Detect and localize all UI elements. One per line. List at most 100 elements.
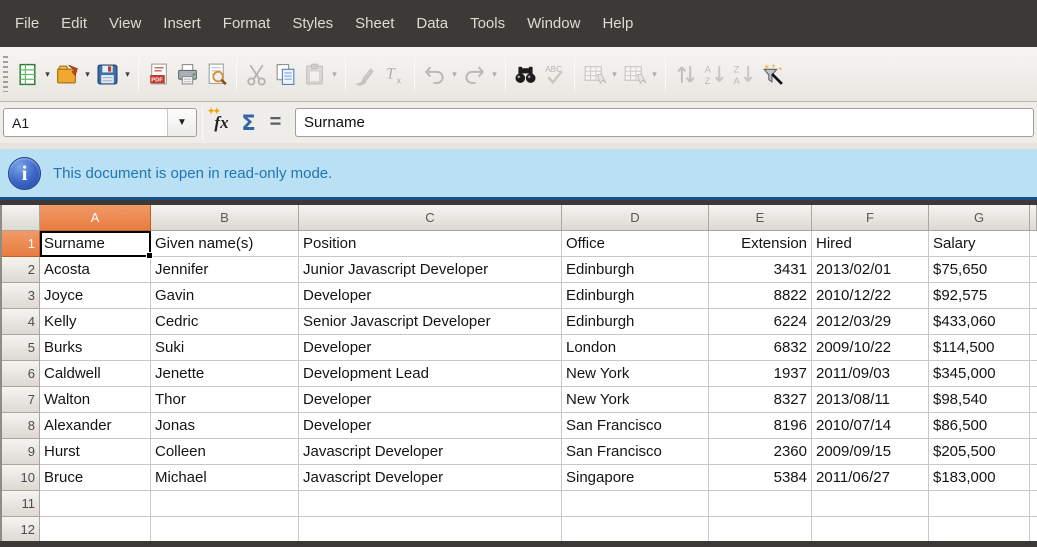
cell-B8[interactable]: Jonas [151, 413, 299, 439]
cell-D5[interactable]: London [562, 335, 709, 361]
cell-D10[interactable]: Singapore [562, 465, 709, 491]
cell-D4[interactable]: Edinburgh [562, 309, 709, 335]
column-header-B[interactable]: B [151, 205, 299, 231]
cell-F11[interactable] [812, 491, 929, 517]
formula-input[interactable]: Surname [295, 108, 1034, 137]
cell-C3[interactable]: Developer [299, 283, 562, 309]
cell-A4[interactable]: Kelly [40, 309, 151, 335]
cell-H6[interactable] [1030, 361, 1037, 387]
cell-G10[interactable]: $183,000 [929, 465, 1030, 491]
cell-D7[interactable]: New York [562, 387, 709, 413]
name-box[interactable]: A1 ▼ [3, 108, 197, 137]
cell-D12[interactable] [562, 517, 709, 541]
cell-B6[interactable]: Jenette [151, 361, 299, 387]
cell-G2[interactable]: $75,650 [929, 257, 1030, 283]
row-header-3[interactable]: 3 [2, 283, 40, 309]
cell-B10[interactable]: Michael [151, 465, 299, 491]
cell-E2[interactable]: 3431 [709, 257, 812, 283]
column-header-G[interactable]: G [929, 205, 1030, 231]
row-header-7[interactable]: 7 [2, 387, 40, 413]
open-dropdown[interactable]: ▾ [82, 56, 93, 92]
cell-E8[interactable]: 8196 [709, 413, 812, 439]
column-header-A[interactable]: A [40, 205, 151, 231]
cell-D8[interactable]: San Francisco [562, 413, 709, 439]
menu-sheet[interactable]: Sheet [344, 9, 405, 38]
save-dropdown[interactable]: ▾ [122, 56, 133, 92]
function-wizard-button[interactable]: fx✦✦ [208, 108, 235, 138]
cell-H3[interactable] [1030, 283, 1037, 309]
print-button[interactable] [173, 56, 202, 92]
cell-E4[interactable]: 6224 [709, 309, 812, 335]
cell-A10[interactable]: Bruce [40, 465, 151, 491]
cell-F5[interactable]: 2009/10/22 [812, 335, 929, 361]
cell-D3[interactable]: Edinburgh [562, 283, 709, 309]
menu-edit[interactable]: Edit [50, 9, 98, 38]
cell-G3[interactable]: $92,575 [929, 283, 1030, 309]
cell-E6[interactable]: 1937 [709, 361, 812, 387]
cell-B9[interactable]: Colleen [151, 439, 299, 465]
cell-C10[interactable]: Javascript Developer [299, 465, 562, 491]
cell-G12[interactable] [929, 517, 1030, 541]
find-replace-button[interactable] [511, 56, 540, 92]
cell-C2[interactable]: Junior Javascript Developer [299, 257, 562, 283]
cell-A3[interactable]: Joyce [40, 283, 151, 309]
cell-A1[interactable]: Surname [40, 231, 151, 257]
cell-G6[interactable]: $345,000 [929, 361, 1030, 387]
cell-A9[interactable]: Hurst [40, 439, 151, 465]
cell-D6[interactable]: New York [562, 361, 709, 387]
select-all-corner[interactable] [2, 205, 40, 231]
cell-E7[interactable]: 8327 [709, 387, 812, 413]
cell-H9[interactable] [1030, 439, 1037, 465]
cell-F12[interactable] [812, 517, 929, 541]
save-button[interactable] [93, 56, 122, 92]
cell-D9[interactable]: San Francisco [562, 439, 709, 465]
row-header-6[interactable]: 6 [2, 361, 40, 387]
menu-tools[interactable]: Tools [459, 9, 516, 38]
cell-H12[interactable] [1030, 517, 1037, 541]
new-document-button[interactable] [13, 56, 42, 92]
cell-E3[interactable]: 8822 [709, 283, 812, 309]
cell-H1[interactable] [1030, 231, 1037, 257]
cell-B1[interactable]: Given name(s) [151, 231, 299, 257]
cell-A2[interactable]: Acosta [40, 257, 151, 283]
row-header-11[interactable]: 11 [2, 491, 40, 517]
column-header-F[interactable]: F [812, 205, 929, 231]
row-header-8[interactable]: 8 [2, 413, 40, 439]
menu-view[interactable]: View [98, 9, 152, 38]
cell-E1[interactable]: Extension [709, 231, 812, 257]
cell-C8[interactable]: Developer [299, 413, 562, 439]
export-pdf-button[interactable]: PDF [144, 56, 173, 92]
sum-button[interactable]: Σ [235, 108, 262, 138]
column-header-H[interactable] [1030, 205, 1037, 231]
formula-button[interactable]: = [262, 108, 289, 138]
cell-C1[interactable]: Position [299, 231, 562, 257]
open-button[interactable] [53, 56, 82, 92]
row-header-4[interactable]: 4 [2, 309, 40, 335]
menu-help[interactable]: Help [591, 9, 644, 38]
cell-F10[interactable]: 2011/06/27 [812, 465, 929, 491]
row-header-1[interactable]: 1 [2, 231, 40, 257]
row-header-10[interactable]: 10 [2, 465, 40, 491]
column-header-E[interactable]: E [709, 205, 812, 231]
row-header-2[interactable]: 2 [2, 257, 40, 283]
cell-C5[interactable]: Developer [299, 335, 562, 361]
cell-C9[interactable]: Javascript Developer [299, 439, 562, 465]
cell-A8[interactable]: Alexander [40, 413, 151, 439]
cell-F1[interactable]: Hired [812, 231, 929, 257]
new-document-dropdown[interactable]: ▾ [42, 56, 53, 92]
cell-A7[interactable]: Walton [40, 387, 151, 413]
cell-G11[interactable] [929, 491, 1030, 517]
cell-F2[interactable]: 2013/02/01 [812, 257, 929, 283]
cell-F6[interactable]: 2011/09/03 [812, 361, 929, 387]
cell-B12[interactable] [151, 517, 299, 541]
cell-H7[interactable] [1030, 387, 1037, 413]
cell-A6[interactable]: Caldwell [40, 361, 151, 387]
cell-H10[interactable] [1030, 465, 1037, 491]
cell-H2[interactable] [1030, 257, 1037, 283]
cell-E5[interactable]: 6832 [709, 335, 812, 361]
cell-B11[interactable] [151, 491, 299, 517]
menu-styles[interactable]: Styles [281, 9, 344, 38]
cell-D1[interactable]: Office [562, 231, 709, 257]
menu-format[interactable]: Format [212, 9, 282, 38]
column-header-C[interactable]: C [299, 205, 562, 231]
